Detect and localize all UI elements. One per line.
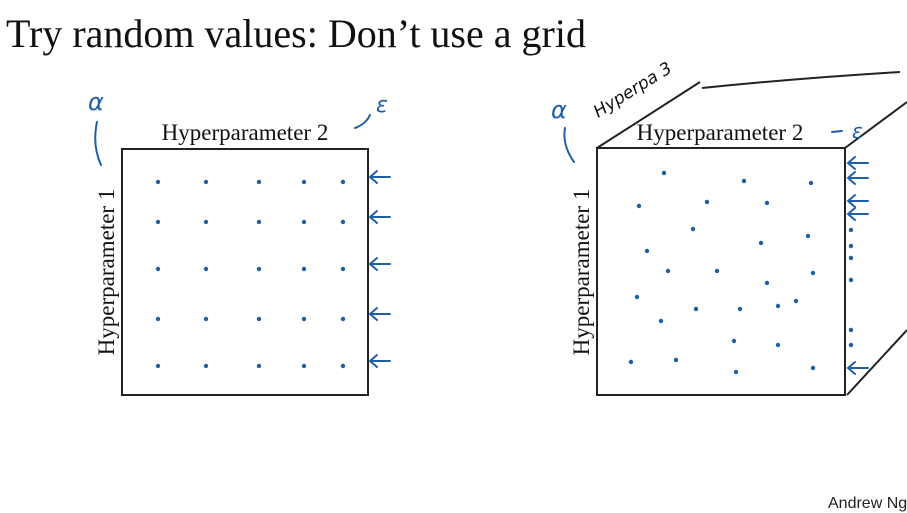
random-point <box>775 303 781 309</box>
projection-arrows <box>846 156 869 375</box>
projection-tick <box>848 277 854 283</box>
random-point <box>644 248 650 254</box>
left-alpha-annotation: α <box>88 88 104 116</box>
row-arrow-icon <box>368 210 391 224</box>
row-arrow-icon <box>368 354 391 368</box>
grid-point <box>301 266 307 272</box>
right-alpha-annotation: α <box>551 96 567 124</box>
projection-tick <box>848 243 854 249</box>
row-arrows <box>368 170 391 368</box>
grid-point <box>340 266 346 272</box>
grid-point <box>340 316 346 322</box>
random-point <box>731 338 737 344</box>
random-point <box>764 200 770 206</box>
random-points <box>628 170 816 375</box>
left-label-hyperparameter-2: Hyperparameter 2 <box>162 120 329 145</box>
grid-point <box>340 363 346 369</box>
hyperparameter-3-annotation: Hyperpa 3 <box>590 58 676 122</box>
random-point <box>634 294 640 300</box>
left-epsilon-dash <box>354 114 371 129</box>
random-point <box>808 180 814 186</box>
right-epsilon-dash <box>831 130 843 133</box>
random-point <box>764 280 770 286</box>
grid-point <box>203 363 209 369</box>
random-point <box>665 268 671 274</box>
right-alpha-bracket <box>563 127 575 163</box>
random-point <box>636 203 642 209</box>
grid-point <box>155 219 161 225</box>
diagram-canvas: Hyperparameter 2 Hyperparameter 1 α ε Hy… <box>88 58 907 396</box>
projection-tick <box>848 327 854 333</box>
right-label-hyperparameter-1: Hyperparameter 1 <box>569 189 594 356</box>
random-point <box>810 270 816 276</box>
grid-point <box>203 266 209 272</box>
random-point <box>758 240 764 246</box>
random-point <box>661 170 667 176</box>
projection-arrow-icon <box>846 156 869 170</box>
grid-point <box>301 363 307 369</box>
grid-point <box>301 316 307 322</box>
random-point <box>658 318 664 324</box>
random-point <box>690 226 696 232</box>
grid-box <box>121 148 369 396</box>
grid-point <box>155 316 161 322</box>
row-arrow-icon <box>368 307 391 321</box>
projection-arrow-icon <box>846 194 869 208</box>
random-point <box>673 357 679 363</box>
grid-point <box>256 219 262 225</box>
projection-arrow-icon <box>846 207 869 221</box>
right-epsilon-annotation: ε <box>852 119 863 143</box>
grid-point <box>301 219 307 225</box>
grid-point <box>155 266 161 272</box>
grid-point <box>256 179 262 185</box>
random-point <box>805 233 811 239</box>
random-point <box>775 342 781 348</box>
grid-points <box>155 179 346 369</box>
projection-tick <box>848 342 854 348</box>
grid-point <box>203 179 209 185</box>
row-arrow-icon <box>368 170 391 184</box>
projection-tick <box>848 255 854 261</box>
author-credit: Andrew Ng <box>828 495 907 512</box>
left-label-hyperparameter-1: Hyperparameter 1 <box>94 189 119 356</box>
row-arrow-icon <box>368 257 391 271</box>
random-point <box>704 199 710 205</box>
grid-point <box>203 316 209 322</box>
projection-tick <box>848 227 854 233</box>
grid-point <box>155 179 161 185</box>
random-point <box>733 369 739 375</box>
projection-arrow-icon <box>846 361 869 375</box>
left-alpha-bracket <box>94 121 102 166</box>
grid-point <box>256 316 262 322</box>
random-point <box>714 268 720 274</box>
projection-arrow-icon <box>846 171 869 185</box>
random-point <box>737 306 743 312</box>
grid-point <box>203 219 209 225</box>
left-epsilon-annotation: ε <box>376 93 388 118</box>
grid-point <box>301 179 307 185</box>
random-point <box>693 306 699 312</box>
grid-point <box>340 219 346 225</box>
random-point <box>793 298 799 304</box>
random-point <box>810 365 816 371</box>
grid-point <box>256 266 262 272</box>
right-label-hyperparameter-2: Hyperparameter 2 <box>637 120 804 145</box>
grid-point <box>256 363 262 369</box>
grid-point <box>155 363 161 369</box>
random-point <box>628 359 634 365</box>
random-box <box>596 147 846 396</box>
grid-point <box>340 179 346 185</box>
random-point <box>741 178 747 184</box>
